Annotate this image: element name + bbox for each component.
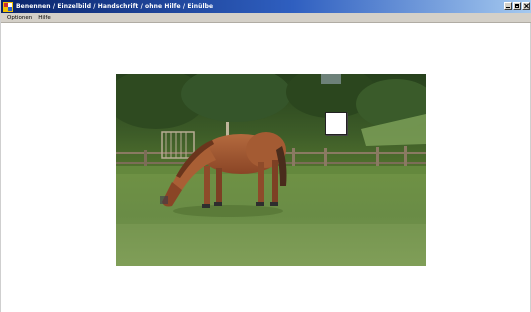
app-icon[interactable] (3, 1, 13, 12)
application-window: Benennen / Einzelbild / Handschrift / oh… (0, 0, 531, 312)
window-controls (504, 2, 530, 10)
maximize-button[interactable] (513, 2, 521, 10)
close-button[interactable] (522, 2, 530, 10)
window-title: Benennen / Einzelbild / Handschrift / oh… (16, 3, 214, 10)
menu-item-options[interactable]: Optionen (4, 13, 35, 23)
target-marker[interactable] (325, 112, 347, 135)
title-bar[interactable]: Benennen / Einzelbild / Handschrift / oh… (1, 0, 531, 13)
menu-item-help[interactable]: Hilfe (35, 13, 54, 23)
stimulus-photo (116, 74, 426, 266)
minimize-button[interactable] (504, 2, 512, 10)
menu-bar: Optionen Hilfe (1, 13, 531, 23)
